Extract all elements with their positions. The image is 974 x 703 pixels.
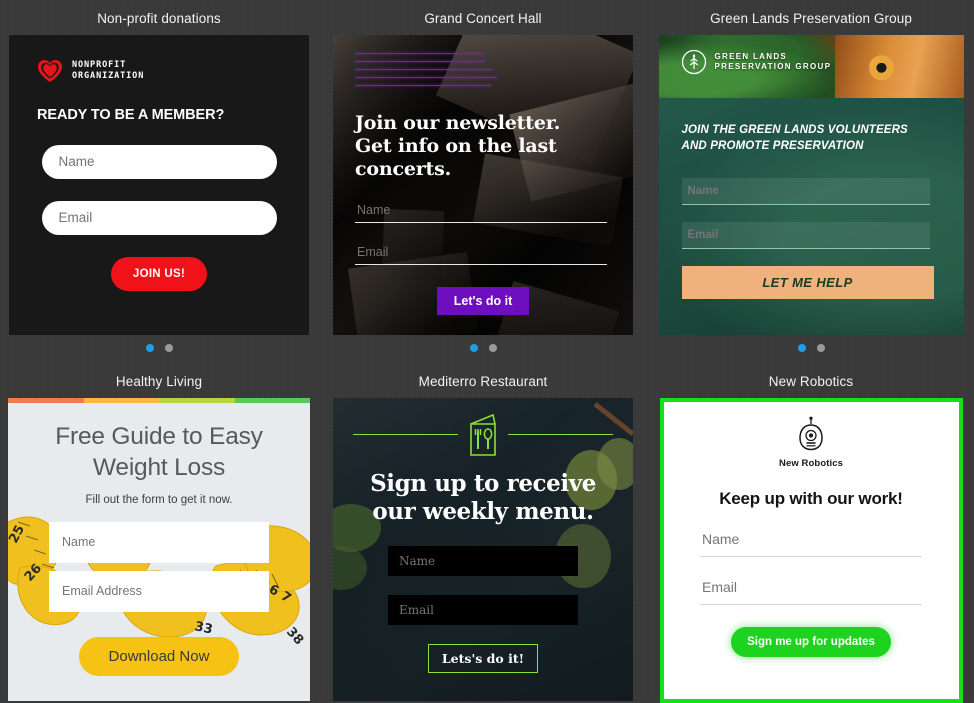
template-cell-healthy-living: Healthy Living 25 26 33 16 7 38 Free Gui… — [0, 363, 318, 703]
nonprofit-heading: READY TO BE A MEMBER? — [37, 106, 225, 123]
template-card-nonprofit[interactable]: NONPROFIT ORGANIZATION READY TO BE A MEM… — [9, 34, 309, 335]
template-cell-nonprofit: Non-profit donations NONPROFIT ORGANIZAT… — [0, 0, 318, 363]
green-lands-heading: JOIN THE GREEN LANDS VOLUNTEERS AND PROM… — [682, 122, 941, 154]
green-lands-email-input[interactable] — [681, 221, 930, 249]
template-title-new-robotics: New Robotics — [768, 374, 854, 389]
template-title-concert-hall: Grand Concert Hall — [424, 11, 542, 26]
nonprofit-name-input[interactable] — [41, 144, 277, 179]
carousel-dot-1[interactable] — [469, 343, 478, 352]
green-lands-heading-line2: AND PROMOTE PRESERVATION — [681, 139, 864, 152]
mediterro-submit-button[interactable]: Lets's do it! — [428, 643, 538, 673]
template-cell-concert-hall: Grand Concert Hall Join our newsletter. … — [318, 0, 648, 363]
nonprofit-logo-line2: ORGANIZATION — [72, 70, 145, 81]
green-lands-heading-line1: JOIN THE GREEN LANDS VOLUNTEERS — [681, 123, 908, 136]
template-card-new-robotics[interactable]: New Robotics Keep up with our work! Sign… — [659, 397, 963, 703]
template-title-nonprofit: Non-profit donations — [97, 11, 221, 26]
mediterro-rule-right — [508, 433, 613, 436]
nonprofit-join-button[interactable]: JOIN US! — [111, 256, 207, 291]
new-robotics-signup-button[interactable]: Sign me up for updates — [731, 626, 891, 657]
carousel-dot-1[interactable] — [145, 343, 154, 352]
concert-hall-decorative-lines — [355, 52, 611, 86]
healthy-living-heading-line2: Weight Loss — [92, 453, 226, 481]
carousel-dot-2[interactable] — [164, 343, 173, 352]
green-lands-carousel-dots — [797, 335, 825, 352]
green-lands-logo-line2: PRESERVATION GROUP — [714, 61, 832, 71]
mediterro-heading: Sign up to receive our weekly menu. — [353, 470, 613, 526]
mediterro-heading-line1: Sign up to receive — [370, 469, 596, 497]
gallery-row-bottom: Healthy Living 25 26 33 16 7 38 Free Gui… — [0, 363, 974, 703]
template-cell-mediterro: Mediterro Restaurant Sign up to receive … — [318, 363, 648, 703]
tree-in-circle-icon — [681, 49, 706, 74]
green-lands-hero-image: GREEN LANDS PRESERVATION GROUP — [658, 34, 964, 98]
healthy-living-body: Free Guide to Easy Weight Loss Fill out … — [8, 403, 310, 676]
carousel-dot-2[interactable] — [488, 343, 497, 352]
carousel-dot-2[interactable] — [816, 343, 825, 352]
mediterro-header — [353, 412, 613, 458]
concert-hall-name-input[interactable] — [355, 203, 607, 223]
healthy-living-download-button[interactable]: Download Now — [79, 636, 239, 676]
mediterro-email-input[interactable] — [388, 594, 578, 625]
nonprofit-email-input[interactable] — [41, 200, 277, 235]
new-robotics-name-input[interactable] — [700, 530, 922, 557]
mediterro-heading-line2: our weekly menu. — [372, 497, 594, 525]
nonprofit-carousel-dots — [145, 335, 173, 352]
green-lands-body: JOIN THE GREEN LANDS VOLUNTEERS AND PROM… — [659, 98, 964, 335]
green-lands-logo-text: GREEN LANDS PRESERVATION GROUP — [715, 52, 832, 72]
robot-head-icon — [799, 416, 823, 450]
concert-hall-heading: Join our newsletter. Get info on the las… — [355, 112, 611, 181]
template-title-green-lands: Green Lands Preservation Group — [710, 11, 912, 26]
template-cell-new-robotics: New Robotics New Robotics Keep up with o… — [648, 363, 974, 703]
mediterro-rule-left — [353, 433, 458, 436]
healthy-living-name-input[interactable] — [49, 521, 269, 563]
template-card-healthy-living[interactable]: 25 26 2 3 33 16 7 38 — [8, 397, 310, 701]
new-robotics-body: New Robotics Keep up with our work! Sign… — [664, 402, 959, 657]
nonprofit-logo-line1: NONPROFIT — [72, 60, 127, 70]
mediterro-name-input[interactable] — [388, 545, 578, 576]
gallery-row-top: Non-profit donations NONPROFIT ORGANIZAT… — [0, 0, 974, 363]
healthy-living-heading-line1: Free Guide to Easy — [55, 422, 263, 450]
menu-card-fork-spoon-icon — [470, 413, 496, 456]
template-card-mediterro[interactable]: Sign up to receive our weekly menu. Lets… — [333, 398, 633, 701]
template-card-green-lands[interactable]: GREEN LANDS PRESERVATION GROUP JOIN THE … — [658, 34, 964, 335]
template-cell-green-lands: Green Lands Preservation Group GREEN LAN… — [648, 0, 974, 363]
healthy-living-email-input[interactable] — [49, 570, 269, 612]
concert-hall-carousel-dots — [469, 335, 497, 352]
nonprofit-logo-text: NONPROFIT ORGANIZATION — [72, 60, 144, 81]
concert-hall-email-input[interactable] — [355, 245, 607, 265]
carousel-dot-1[interactable] — [797, 343, 806, 352]
new-robotics-email-input[interactable] — [700, 578, 922, 605]
green-lands-hero-fox — [835, 34, 964, 98]
green-lands-help-button[interactable]: LET ME HELP — [681, 265, 934, 299]
templates-gallery: Non-profit donations NONPROFIT ORGANIZAT… — [0, 0, 974, 703]
new-robotics-heading: Keep up with our work! — [719, 488, 903, 508]
healthy-living-heading: Free Guide to Easy Weight Loss — [25, 421, 293, 483]
concert-hall-submit-button[interactable]: Let's do it — [437, 287, 529, 315]
green-lands-name-input[interactable] — [681, 177, 930, 205]
template-title-mediterro: Mediterro Restaurant — [418, 374, 548, 389]
green-lands-logo: GREEN LANDS PRESERVATION GROUP — [681, 49, 832, 75]
heart-icon — [38, 59, 62, 82]
concert-hall-heading-line3: concerts. — [355, 158, 452, 180]
new-robotics-logo-text: New Robotics — [778, 457, 843, 469]
concert-hall-heading-line1: Join our newsletter. — [355, 112, 561, 134]
healthy-living-subheading: Fill out the form to get it now. — [85, 493, 233, 506]
template-title-healthy-living: Healthy Living — [115, 374, 203, 389]
template-card-concert-hall[interactable]: Join our newsletter. Get info on the las… — [333, 34, 633, 335]
concert-hall-heading-line2: Get info on the last — [355, 135, 557, 157]
field-spacer — [25, 563, 293, 571]
nonprofit-logo: NONPROFIT ORGANIZATION — [37, 59, 281, 83]
green-lands-logo-line1: GREEN LANDS — [714, 51, 788, 61]
